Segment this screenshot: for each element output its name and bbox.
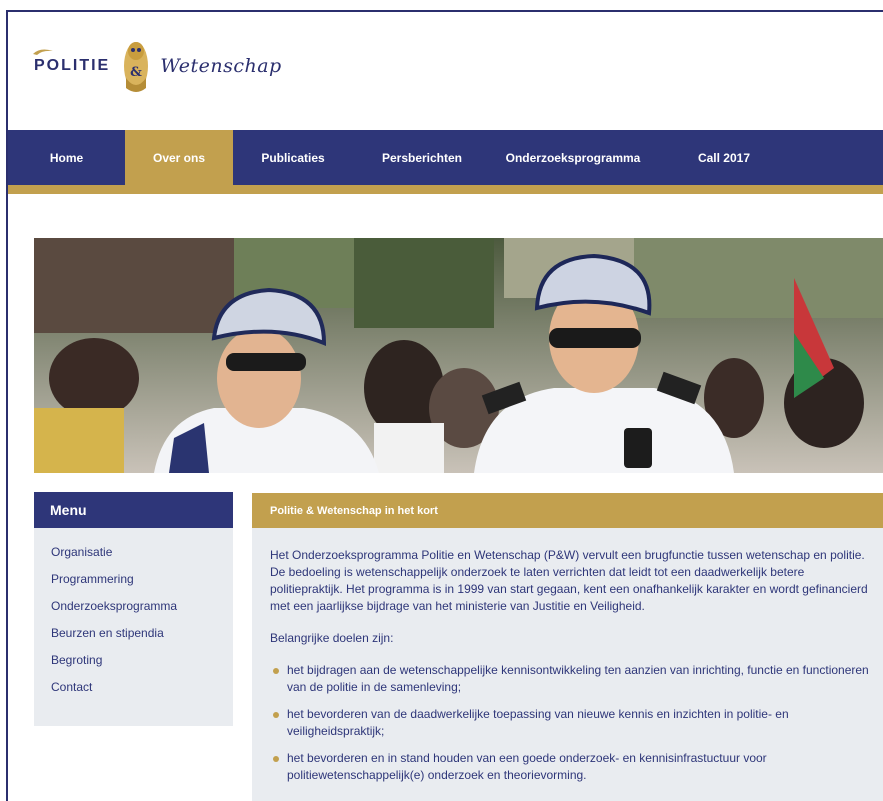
swoosh-icon — [33, 49, 53, 55]
content-title: Politie & Wetenschap in het kort — [252, 493, 883, 528]
svg-text:&: & — [130, 65, 142, 80]
main-navigation: Home Over ons Publicaties Persberichten … — [8, 130, 883, 194]
nav-persberichten[interactable]: Persberichten — [353, 130, 491, 185]
nav-publicaties[interactable]: Publicaties — [233, 130, 353, 185]
menu-title: Menu — [34, 492, 233, 528]
content-body: Het Onderzoeksprogramma Politie en Weten… — [252, 528, 883, 784]
hero-image — [34, 238, 883, 473]
intro-paragraph: Het Onderzoeksprogramma Politie en Weten… — [270, 548, 868, 613]
nav-home[interactable]: Home — [8, 130, 125, 185]
menu-item-beurzen-en-stipendia[interactable]: Beurzen en stipendia — [51, 625, 233, 652]
logo-politie-text: POLITIE — [33, 49, 110, 75]
logo-wetenschap-text: Wetenschap — [160, 55, 282, 77]
bullet-icon — [273, 668, 279, 674]
main-content: Politie & Wetenschap in het kort Het Ond… — [252, 493, 883, 801]
goal-list-item: het bevorderen en in stand houden van ee… — [270, 750, 871, 784]
goals-list: het bijdragen aan de wetenschappelijke k… — [270, 662, 871, 784]
nav-call-2017[interactable]: Call 2017 — [655, 130, 793, 185]
goal-list-item: het bevorderen van de daadwerkelijke toe… — [270, 706, 871, 740]
nav-over-ons[interactable]: Over ons — [125, 130, 233, 185]
menu-item-begroting[interactable]: Begroting — [51, 652, 233, 679]
menu-item-onderzoeksprogramma[interactable]: Onderzoeksprogramma — [51, 598, 233, 625]
goals-heading: Belangrijke doelen zijn: — [270, 631, 394, 645]
menu-item-organisatie[interactable]: Organisatie — [51, 544, 233, 571]
goal-list-item: het bijdragen aan de wetenschappelijke k… — [270, 662, 871, 696]
bullet-icon — [273, 756, 279, 762]
owl-emblem-icon: & — [124, 42, 149, 92]
menu-item-programmering[interactable]: Programmering — [51, 571, 233, 598]
bullet-icon — [273, 712, 279, 718]
cycling-police-photo — [34, 238, 883, 473]
page-frame: POLITIE & Wetenschap Home Over ons Publi… — [6, 10, 883, 801]
menu-list: Organisatie Programmering Onderzoeksprog… — [34, 528, 233, 706]
menu-item-contact[interactable]: Contact — [51, 679, 233, 706]
sidebar-menu: Menu Organisatie Programmering Onderzoek… — [34, 492, 233, 726]
nav-onderzoeksprogramma[interactable]: Onderzoeksprogramma — [491, 130, 655, 185]
site-logo[interactable]: POLITIE & Wetenschap — [33, 34, 282, 98]
